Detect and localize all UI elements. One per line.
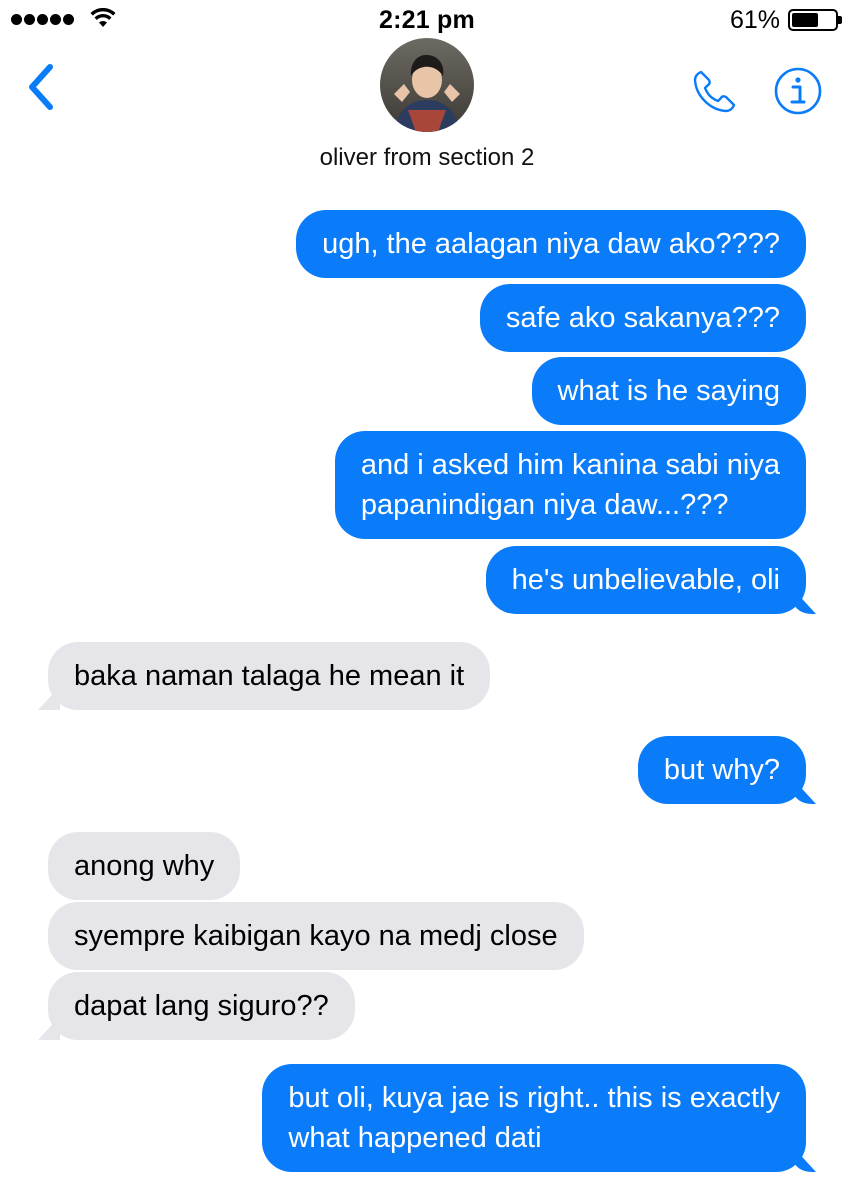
message-bubble-sent[interactable]: what is he saying	[531, 357, 806, 425]
message-bubble-sent[interactable]: but why?	[637, 736, 806, 804]
contact-name[interactable]: oliver from section 2	[0, 144, 854, 172]
battery-fill	[792, 13, 818, 27]
message-bubble-received[interactable]: anong why	[48, 832, 241, 900]
info-icon[interactable]	[773, 66, 823, 116]
message-bubble-sent[interactable]: but oli, kuya jae is right.. this is exa…	[262, 1064, 806, 1172]
message-thread[interactable]: ugh, the aalagan niya daw ako???? safe a…	[0, 196, 854, 1200]
chevron-left-icon[interactable]	[22, 62, 62, 112]
battery-icon	[788, 9, 842, 31]
message-bubble-sent[interactable]: safe ako sakanya???	[479, 284, 806, 352]
message-bubble-sent[interactable]: he's unbelievable, oli	[485, 546, 806, 614]
contact-avatar[interactable]	[380, 38, 474, 132]
status-time: 2:21 pm	[379, 6, 475, 34]
phone-icon[interactable]	[690, 66, 740, 116]
battery-percent: 61%	[729, 6, 780, 34]
message-bubble-sent[interactable]: and i asked him kanina sabi niya papanin…	[334, 431, 806, 539]
message-bubble-sent[interactable]: ugh, the aalagan niya daw ako????	[296, 210, 806, 278]
status-bar: 2:21 pm 61%	[0, 0, 854, 40]
message-bubble-received[interactable]: dapat lang siguro??	[48, 972, 355, 1040]
message-bubble-received[interactable]: syempre kaibigan kayo na medj close	[48, 902, 584, 970]
message-bubble-received[interactable]: baka naman talaga he mean it	[48, 642, 491, 710]
